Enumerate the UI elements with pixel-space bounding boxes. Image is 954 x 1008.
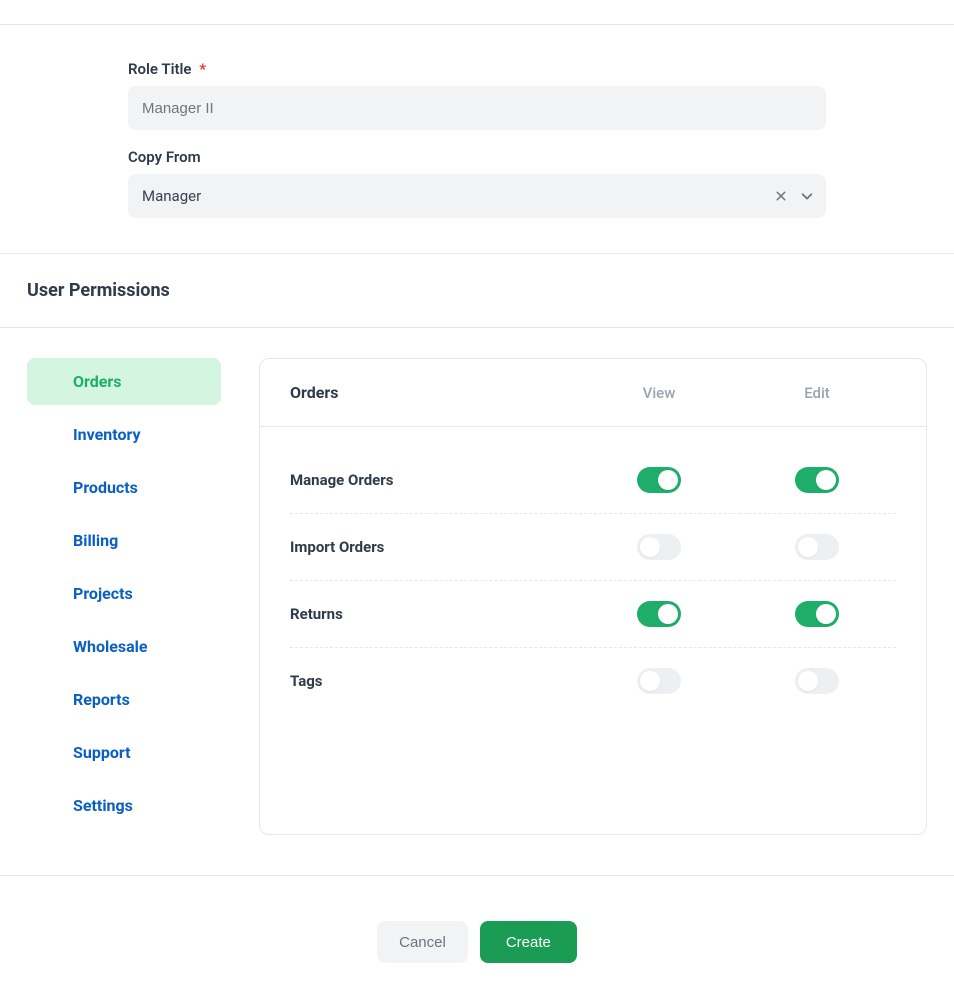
- permission-cell-edit: [738, 534, 896, 560]
- toggle-view-import-orders[interactable]: [637, 534, 681, 560]
- copy-from-label: Copy From: [128, 148, 826, 166]
- permission-row-manage-orders: Manage Orders: [290, 447, 896, 514]
- toggle-edit-import-orders[interactable]: [795, 534, 839, 560]
- cancel-button[interactable]: Cancel: [377, 921, 468, 963]
- permission-cell-view: [580, 534, 738, 560]
- user-permissions-title: User Permissions: [27, 280, 927, 301]
- toggle-knob: [658, 470, 678, 490]
- permissions-rows: Manage Orders Import Orders Returns Tags: [260, 427, 926, 754]
- toggle-knob: [816, 470, 836, 490]
- toggle-knob: [798, 537, 818, 557]
- copy-from-icons: [772, 187, 816, 205]
- role-title-label-text: Role Title: [128, 60, 191, 78]
- toggle-knob: [816, 604, 836, 624]
- create-button[interactable]: Create: [480, 921, 577, 963]
- sidebar-item-wholesale[interactable]: Wholesale: [27, 623, 221, 670]
- role-form: Role Title * Copy From Manager: [0, 25, 954, 253]
- permission-row-returns: Returns: [290, 581, 896, 648]
- sidebar-item-reports[interactable]: Reports: [27, 676, 221, 723]
- toggle-edit-manage-orders[interactable]: [795, 467, 839, 493]
- toggle-knob: [640, 537, 660, 557]
- permission-cell-view: [580, 467, 738, 493]
- chevron-down-icon[interactable]: [798, 187, 816, 205]
- sidebar-item-projects[interactable]: Projects: [27, 570, 221, 617]
- permissions-sidebar: Orders Inventory Products Billing Projects Wh…: [27, 358, 221, 835]
- user-permissions-header: User Permissions: [0, 253, 954, 328]
- top-border: [0, 0, 954, 25]
- permission-label: Tags: [290, 672, 580, 690]
- permissions-nav-list: Orders Inventory Products Billing Projects Wh…: [27, 358, 221, 829]
- sidebar-item-billing[interactable]: Billing: [27, 517, 221, 564]
- clear-icon[interactable]: [772, 187, 790, 205]
- copy-from-value: Manager: [128, 174, 826, 218]
- role-title-group: Role Title *: [128, 60, 826, 130]
- permission-cell-edit: [738, 601, 896, 627]
- permissions-panel: Orders View Edit Manage Orders Import Ord…: [259, 358, 927, 835]
- copy-from-select[interactable]: Manager: [128, 174, 826, 218]
- permission-cell-view: [580, 668, 738, 694]
- permission-label: Import Orders: [290, 538, 580, 556]
- toggle-knob: [798, 671, 818, 691]
- toggle-edit-returns[interactable]: [795, 601, 839, 627]
- toggle-view-manage-orders[interactable]: [637, 467, 681, 493]
- toggle-knob: [640, 671, 660, 691]
- role-title-label: Role Title *: [128, 60, 826, 78]
- column-header-view: View: [580, 384, 738, 402]
- permission-row-import-orders: Import Orders: [290, 514, 896, 581]
- dialog-footer: Cancel Create: [0, 875, 954, 1008]
- toggle-view-returns[interactable]: [637, 601, 681, 627]
- permission-row-tags: Tags: [290, 648, 896, 714]
- permissions-body: Orders Inventory Products Billing Projects Wh…: [0, 328, 954, 875]
- permissions-panel-title: Orders: [290, 383, 580, 402]
- toggle-view-tags[interactable]: [637, 668, 681, 694]
- permissions-panel-header: Orders View Edit: [260, 359, 926, 427]
- copy-from-group: Copy From Manager: [128, 148, 826, 218]
- sidebar-item-products[interactable]: Products: [27, 464, 221, 511]
- sidebar-item-inventory[interactable]: Inventory: [27, 411, 221, 458]
- toggle-edit-tags[interactable]: [795, 668, 839, 694]
- permission-cell-edit: [738, 668, 896, 694]
- permission-label: Returns: [290, 605, 580, 623]
- role-title-input[interactable]: [128, 86, 826, 130]
- toggle-knob: [658, 604, 678, 624]
- permission-label: Manage Orders: [290, 471, 580, 489]
- column-header-edit: Edit: [738, 384, 896, 402]
- sidebar-item-settings[interactable]: Settings: [27, 782, 221, 829]
- sidebar-item-orders[interactable]: Orders: [27, 358, 221, 405]
- permission-cell-edit: [738, 467, 896, 493]
- required-asterisk: *: [199, 60, 206, 78]
- sidebar-item-support[interactable]: Support: [27, 729, 221, 776]
- permission-cell-view: [580, 601, 738, 627]
